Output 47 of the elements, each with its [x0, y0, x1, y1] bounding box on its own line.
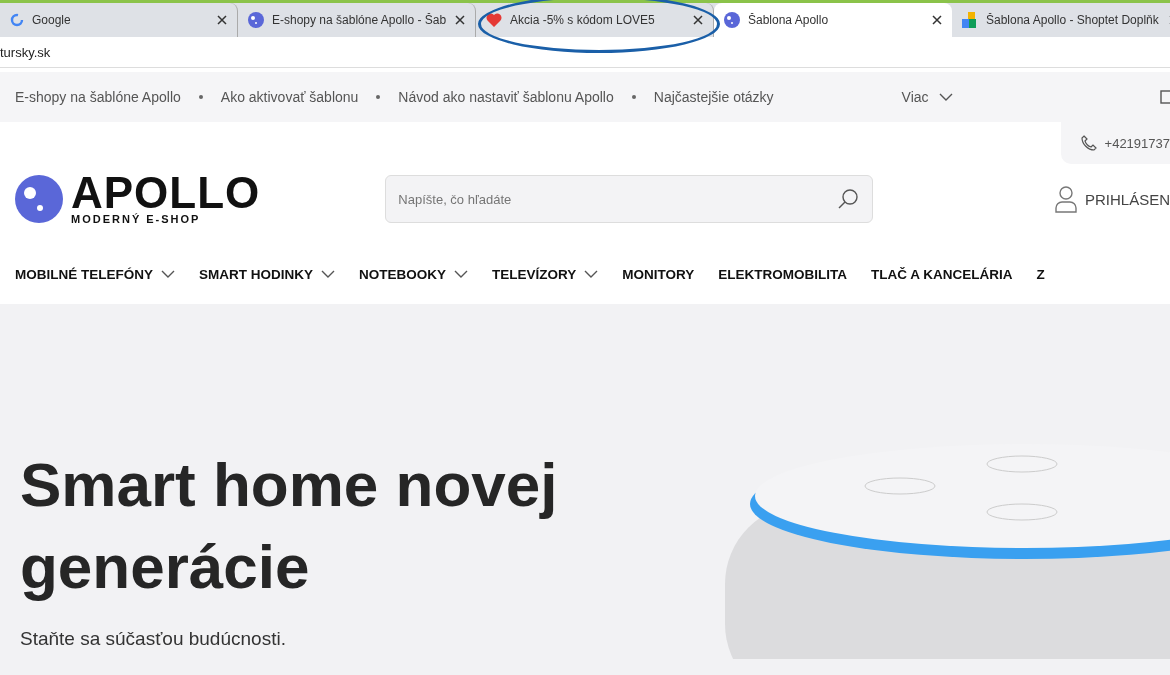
heart-icon: [486, 13, 502, 27]
blocks-icon: [962, 12, 978, 28]
search-icon[interactable]: [837, 188, 860, 210]
top-link[interactable]: Najčastejšie otázky: [653, 89, 774, 105]
bullet-icon: [198, 95, 203, 99]
browser-tab[interactable]: Šablona Apollo: [714, 3, 952, 37]
top-link[interactable]: Ako aktivovať šablonu: [220, 89, 359, 105]
nav-link[interactable]: MONITORY: [622, 266, 695, 282]
logo-icon: [15, 175, 63, 223]
login-link[interactable]: PRIHLÁSEN: [1054, 185, 1170, 213]
nav-link[interactable]: TELEVÍZORY: [492, 266, 599, 282]
chevron-down-icon: [584, 270, 599, 278]
chevron-down-icon: [161, 270, 175, 278]
chevron-down-icon: [454, 270, 468, 278]
nav-link[interactable]: Z: [1036, 266, 1045, 282]
browser-tab[interactable]: Šablona Apollo - Shoptet Doplňk: [952, 3, 1170, 37]
chevron-down-icon: [321, 270, 335, 278]
phone-number[interactable]: +42191737: [1104, 135, 1170, 151]
nav-link[interactable]: NOTEBOOKY: [359, 266, 468, 282]
address-text[interactable]: tursky.sk: [0, 44, 51, 60]
browser-tab[interactable]: Google: [0, 3, 238, 37]
nav-link[interactable]: ELEKTROMOBILITA: [718, 266, 848, 282]
bullet-icon: [376, 95, 381, 99]
logo-text: APOLLO: [71, 173, 261, 213]
close-icon[interactable]: [693, 15, 703, 25]
top-link[interactable]: Návod ako nastaviť šablonu Apollo: [398, 89, 614, 105]
phone-icon: [1080, 135, 1097, 151]
bullet-icon: [631, 95, 636, 99]
search-field[interactable]: Napíšte, čo hľadáte: [385, 175, 874, 223]
top-link[interactable]: E-shopy na šablóne Apollo: [15, 89, 181, 105]
planet-icon: [724, 12, 740, 28]
nav-link[interactable]: TLAČ A KANCELÁRIA: [871, 266, 1013, 282]
browser-tab[interactable]: Akcia -5% s kódom LOVE5: [476, 3, 714, 37]
chevron-down-icon: [938, 93, 953, 101]
planet-icon: [248, 12, 264, 28]
nav-link[interactable]: MOBILNÉ TELEFÓNY: [15, 266, 175, 282]
user-icon: [1054, 185, 1077, 213]
hero-subtitle: Staňte sa súčasťou budúcnosti.: [20, 628, 287, 650]
browser-tab[interactable]: E-shopy na šablóne Apollo - Šab: [238, 3, 476, 37]
nav-link[interactable]: SMART HODINKY: [199, 266, 335, 282]
hero-title: Smart home novej generácie: [20, 449, 559, 603]
close-icon[interactable]: [455, 15, 465, 25]
more-link[interactable]: Viac: [901, 89, 929, 105]
close-icon[interactable]: [932, 15, 942, 25]
close-icon[interactable]: [217, 15, 227, 25]
logo-tagline: MODERNÝ E-SHOP: [71, 213, 202, 225]
window-icon[interactable]: [1160, 90, 1170, 104]
